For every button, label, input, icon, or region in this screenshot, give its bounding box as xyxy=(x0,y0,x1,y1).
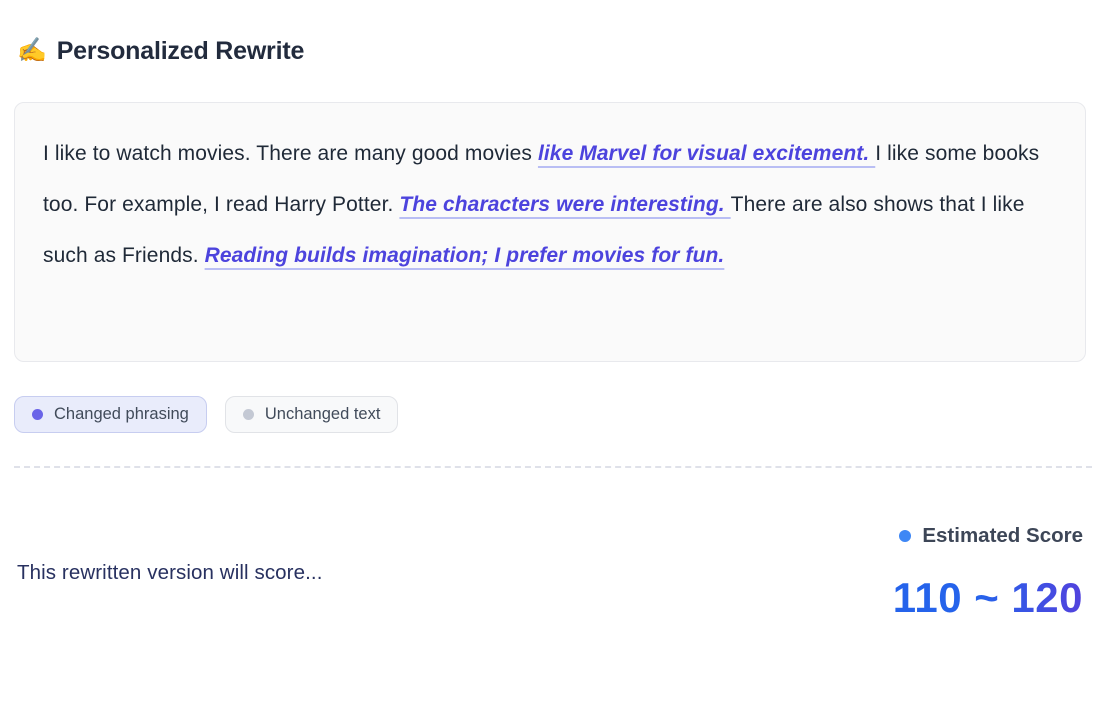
page-title: ✍️ Personalized Rewrite xyxy=(14,36,1086,66)
personalized-rewrite-panel: ✍️ Personalized Rewrite I like to watch … xyxy=(0,0,1106,708)
score-section: This rewritten version will score... Est… xyxy=(14,524,1086,622)
legend: Changed phrasing Unchanged text xyxy=(14,396,1086,433)
rewrite-paragraph: I like to watch movies. There are many g… xyxy=(43,128,1057,281)
writing-hand-icon: ✍️ xyxy=(17,36,47,66)
changed-text-segment[interactable]: like Marvel for visual excitement. xyxy=(538,142,875,165)
rewrite-text-card: I like to watch movies. There are many g… xyxy=(14,102,1086,362)
estimated-score-dot-icon xyxy=(899,530,911,542)
estimated-score-label-row: Estimated Score xyxy=(899,524,1083,548)
legend-changed-phrasing-label: Changed phrasing xyxy=(54,405,189,424)
estimated-score-label: Estimated Score xyxy=(922,524,1083,548)
changed-phrasing-dot-icon xyxy=(32,409,43,420)
page-title-text: Personalized Rewrite xyxy=(57,36,304,66)
legend-changed-phrasing-pill[interactable]: Changed phrasing xyxy=(14,396,207,433)
dashed-divider xyxy=(14,466,1092,468)
changed-text-segment[interactable]: Reading builds imagination; I prefer mov… xyxy=(205,244,725,267)
score-lead-text: This rewritten version will score... xyxy=(17,561,322,585)
unchanged-text-segment: I like to watch movies. There are many g… xyxy=(43,142,538,165)
estimated-score-value: 110 ~ 120 xyxy=(893,574,1083,622)
estimated-score-block: Estimated Score 110 ~ 120 xyxy=(893,524,1083,622)
unchanged-text-dot-icon xyxy=(243,409,254,420)
legend-unchanged-text-pill[interactable]: Unchanged text xyxy=(225,396,399,433)
legend-unchanged-text-label: Unchanged text xyxy=(265,405,381,424)
changed-text-segment[interactable]: The characters were interesting. xyxy=(399,193,730,216)
